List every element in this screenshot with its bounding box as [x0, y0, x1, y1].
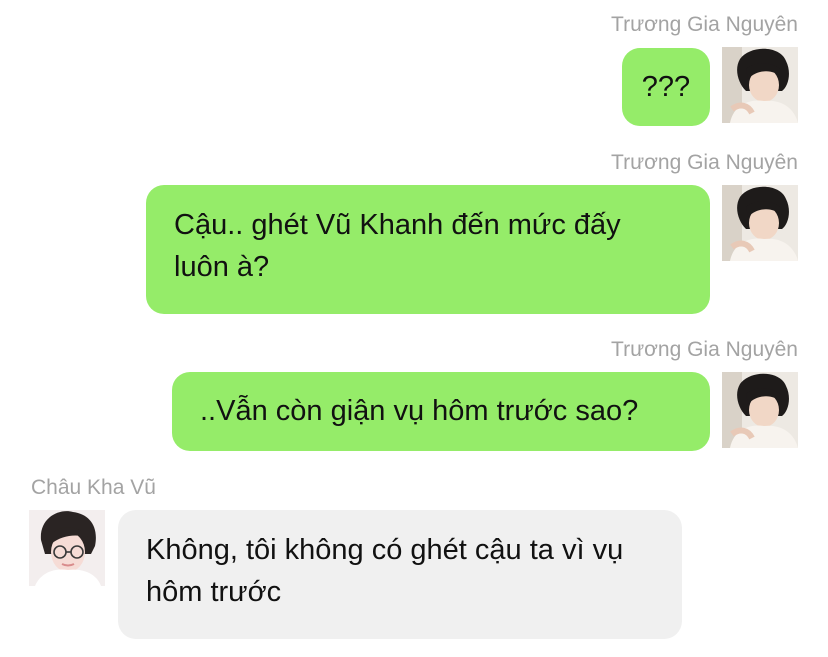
message-bubble[interactable]: Cậu.. ghét Vũ Khanh đến mức đấy luôn à?: [146, 185, 710, 314]
avatar[interactable]: [722, 47, 798, 123]
sender-name: Trương Gia Nguyên: [611, 13, 798, 36]
sender-name: Trương Gia Nguyên: [611, 151, 798, 174]
message-text: ???: [641, 71, 691, 103]
avatar-icon: [722, 47, 798, 123]
message-text: Cậu.. ghét Vũ Khanh đến mức đấy luôn à?: [174, 209, 621, 283]
avatar[interactable]: [29, 510, 105, 586]
avatar[interactable]: [722, 185, 798, 261]
avatar-icon: [722, 185, 798, 261]
message-text: ..Vẫn còn giận vụ hôm trước sao?: [200, 395, 639, 427]
avatar[interactable]: [722, 372, 798, 448]
avatar-icon: [722, 372, 798, 448]
message-bubble[interactable]: ..Vẫn còn giận vụ hôm trước sao?: [172, 372, 710, 451]
avatar-icon: [29, 510, 105, 586]
message-text: Không, tôi không có ghét cậu ta vì vụ hô…: [146, 534, 624, 608]
message-bubble[interactable]: ???: [622, 48, 710, 126]
sender-name: Trương Gia Nguyên: [611, 338, 798, 361]
sender-name: Châu Kha Vũ: [31, 476, 156, 499]
message-bubble[interactable]: Không, tôi không có ghét cậu ta vì vụ hô…: [118, 510, 682, 639]
